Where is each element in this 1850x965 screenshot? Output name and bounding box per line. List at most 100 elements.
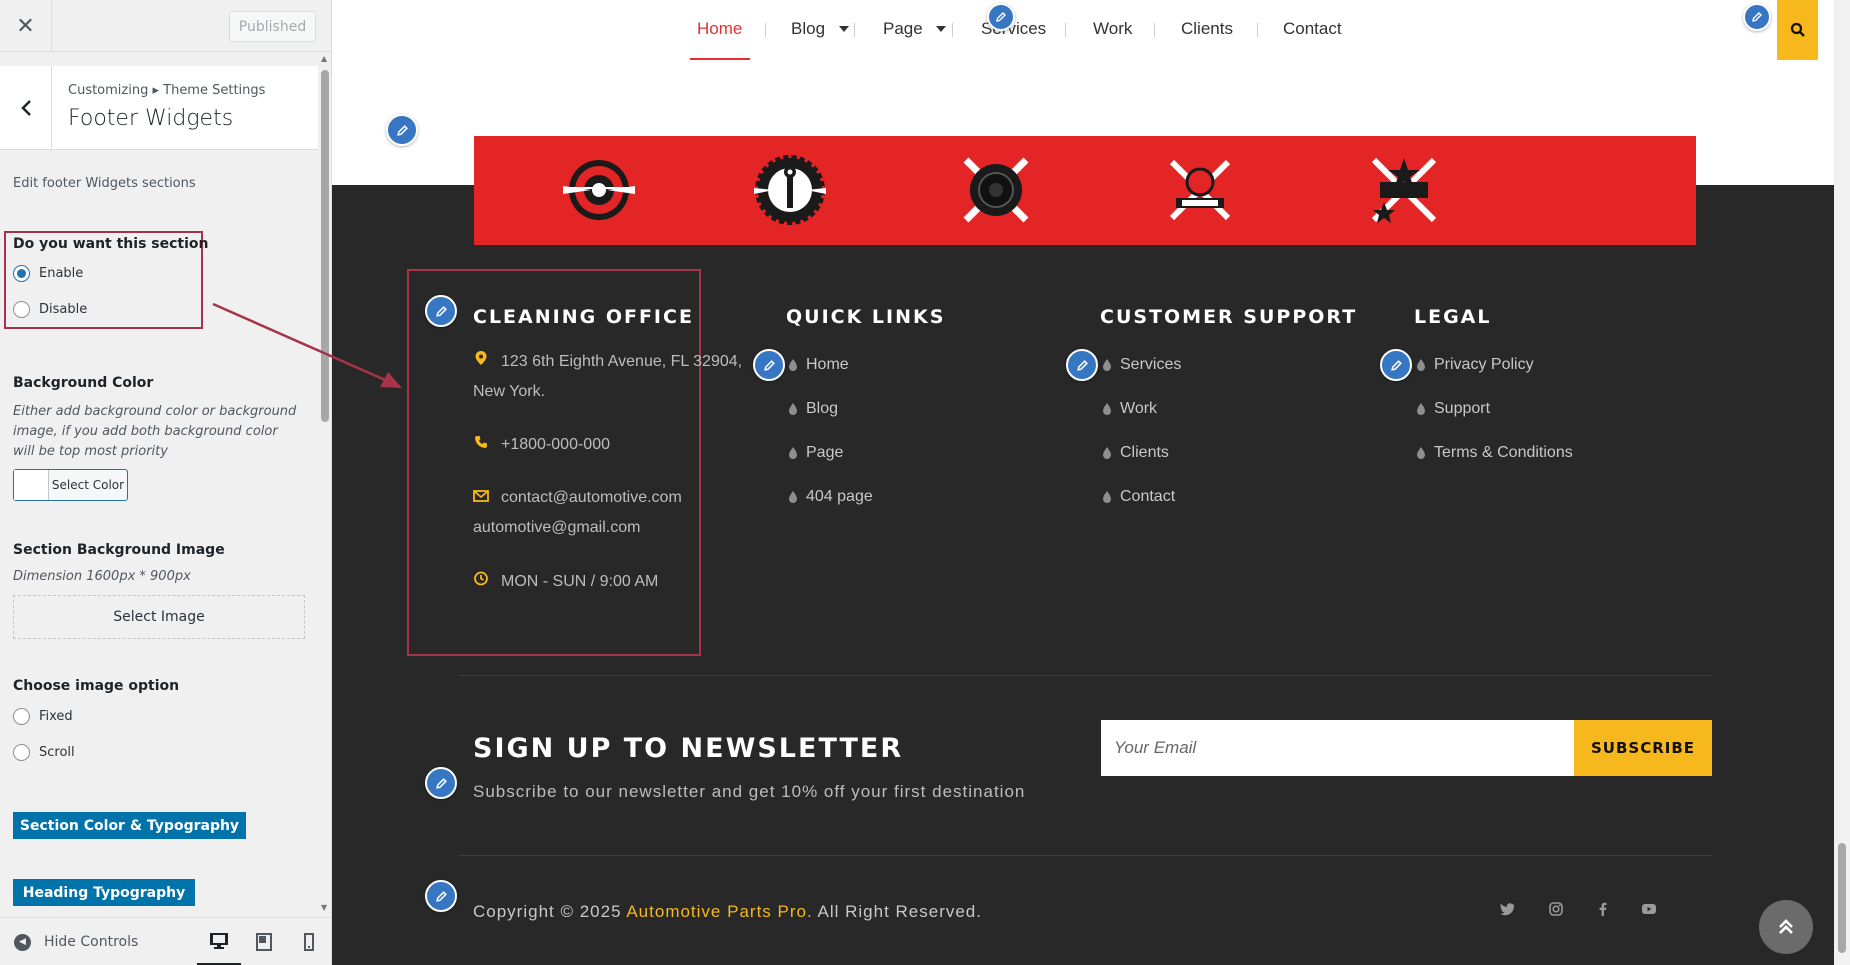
quick-link-label: Home	[806, 356, 849, 373]
enable-radio-button[interactable]	[13, 265, 30, 282]
quick-link-label: Page	[806, 444, 844, 461]
subscribe-button[interactable]: SUBSCRIBE	[1574, 720, 1712, 776]
sidebar-scroll-thumb[interactable]	[321, 70, 329, 422]
scroll-down-arrow-icon[interactable]: ▼	[321, 903, 327, 912]
office-email-2[interactable]: automotive@gmail.com	[473, 513, 640, 543]
section-color-typography-button[interactable]: Section Color & Typography	[13, 812, 246, 839]
enable-radio[interactable]: Enable	[13, 265, 83, 282]
copyright-text: Copyright © 2025 Automotive Parts Pro. A…	[473, 902, 982, 922]
nav-divider	[765, 23, 766, 37]
twitter-icon[interactable]	[1499, 901, 1515, 917]
office-address-line2: New York.	[473, 383, 546, 400]
chevron-left-icon	[20, 100, 31, 116]
legal-link-privacy[interactable]: Privacy Policy	[1416, 356, 1534, 374]
scroll-up-arrow-icon[interactable]: ▲	[321, 54, 327, 63]
drop-icon	[789, 447, 797, 459]
newsletter-subtitle: Subscribe to our newsletter and get 10% …	[473, 782, 1026, 801]
close-customizer-button[interactable]: ✕	[0, 0, 52, 52]
pencil-icon	[763, 359, 775, 371]
quick-link-404[interactable]: 404 page	[788, 488, 873, 506]
nav-item-page[interactable]: Page	[883, 19, 923, 39]
youtube-icon[interactable]	[1641, 901, 1657, 917]
mobile-icon	[304, 933, 314, 951]
legal-link-terms[interactable]: Terms & Conditions	[1416, 444, 1573, 462]
edit-newsletter-button[interactable]	[425, 767, 457, 799]
mobile-preview-button[interactable]	[287, 918, 331, 965]
copyright-prefix: Copyright © 2025	[473, 902, 622, 921]
quick-link-page[interactable]: Page	[788, 444, 843, 462]
quick-link-label: Blog	[806, 400, 839, 417]
edit-customer-support-button[interactable]	[1066, 349, 1098, 381]
edit-menu-button[interactable]	[987, 3, 1015, 31]
legal-link-support[interactable]: Support	[1416, 400, 1490, 418]
support-link-work[interactable]: Work	[1102, 400, 1157, 418]
support-link-clients[interactable]: Clients	[1102, 444, 1169, 462]
back-button[interactable]	[0, 66, 52, 150]
collapse-icon: ◀	[14, 933, 31, 951]
legal-link-label: Privacy Policy	[1434, 356, 1534, 373]
section-description: Edit footer Widgets sections	[13, 176, 196, 191]
background-color-title: Background Color	[13, 375, 154, 391]
edit-search-button[interactable]	[1743, 3, 1771, 31]
scroll-radio[interactable]: Scroll	[13, 744, 75, 761]
edit-quick-links-button[interactable]	[753, 349, 785, 381]
scroll-radio-button[interactable]	[13, 744, 30, 761]
nav-divider	[1154, 23, 1155, 37]
search-button[interactable]	[1777, 0, 1818, 60]
newsletter-email-input[interactable]	[1101, 720, 1574, 776]
nav-item-work[interactable]: Work	[1093, 19, 1132, 39]
fixed-radio-button[interactable]	[13, 708, 30, 725]
brand-logos-band	[474, 136, 1696, 245]
nav-divider	[1065, 23, 1066, 37]
published-button[interactable]: Published	[229, 11, 316, 42]
nav-item-home[interactable]: Home	[697, 19, 742, 39]
select-image-button[interactable]: Select Image	[13, 595, 305, 639]
support-link-services[interactable]: Services	[1102, 356, 1181, 374]
office-phone: +1800-000-000	[473, 430, 610, 460]
disable-radio[interactable]: Disable	[13, 301, 87, 318]
quick-link-blog[interactable]: Blog	[788, 400, 838, 418]
footer-divider	[458, 675, 1712, 676]
heading-typography-button[interactable]: Heading Typography	[13, 879, 195, 906]
nav-divider	[854, 23, 855, 37]
scroll-to-top-button[interactable]	[1759, 900, 1813, 954]
hide-controls-button[interactable]: ◀ Hide Controls	[14, 918, 138, 965]
panel-title: Footer Widgets	[68, 106, 234, 131]
gear-wrench-1992-logo	[754, 155, 826, 225]
nav-item-blog[interactable]: Blog	[791, 19, 825, 39]
support-link-contact[interactable]: Contact	[1102, 488, 1175, 506]
office-hours-text: MON - SUN / 9:00 AM	[501, 573, 659, 590]
select-color-label: Select Color	[51, 478, 125, 492]
edit-legal-button[interactable]	[1380, 349, 1412, 381]
tablet-preview-button[interactable]	[242, 918, 286, 965]
quick-link-home[interactable]: Home	[788, 356, 849, 374]
desktop-icon	[210, 932, 228, 949]
edit-office-widget-button[interactable]	[425, 295, 457, 327]
preview-scroll-thumb[interactable]	[1838, 843, 1846, 953]
image-dimension-text: Dimension 1600px * 900px	[13, 569, 191, 584]
drop-icon	[1417, 359, 1425, 371]
pencil-icon	[1076, 359, 1088, 371]
chevron-down-icon[interactable]	[936, 26, 946, 32]
nav-item-contact[interactable]: Contact	[1283, 19, 1342, 39]
chevron-down-icon[interactable]	[839, 26, 849, 32]
edit-copyright-button[interactable]	[425, 880, 457, 912]
double-chevron-up-icon	[1779, 919, 1793, 934]
edit-logos-button[interactable]	[386, 114, 418, 146]
enable-label: Enable	[39, 266, 84, 281]
fixed-radio[interactable]: Fixed	[13, 708, 73, 725]
preview-scrollbar[interactable]	[1834, 0, 1850, 965]
instagram-icon[interactable]	[1548, 901, 1564, 917]
copyright-brand-link[interactable]: Automotive Parts Pro.	[626, 902, 812, 921]
desktop-preview-button[interactable]	[197, 918, 241, 965]
nav-active-underline	[690, 58, 750, 60]
select-color-button[interactable]: Select Color	[13, 469, 128, 501]
disable-label: Disable	[39, 302, 88, 317]
facebook-icon[interactable]	[1595, 901, 1611, 917]
sidebar-scrollbar[interactable]: ▲ ▼	[318, 52, 331, 917]
drop-icon	[1417, 447, 1425, 459]
support-link-label: Clients	[1120, 444, 1169, 461]
nav-item-clients[interactable]: Clients	[1181, 19, 1233, 39]
office-email-1[interactable]: contact@automotive.com	[501, 489, 682, 506]
disable-radio-button[interactable]	[13, 301, 30, 318]
